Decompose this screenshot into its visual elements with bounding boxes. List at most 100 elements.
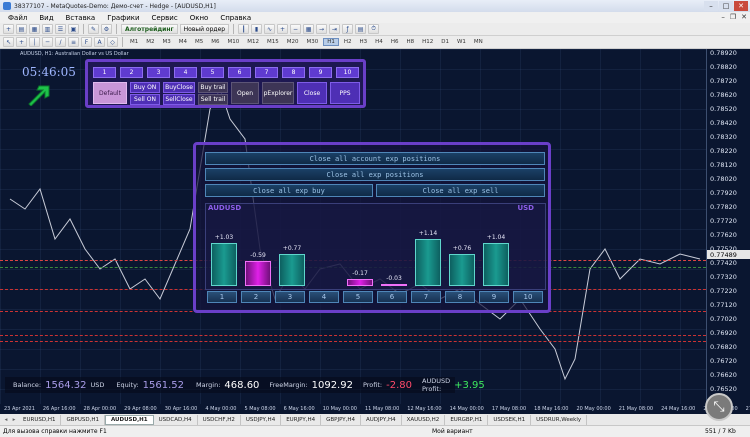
chart-tab[interactable]: USDCAD,H4 (154, 414, 198, 425)
zoom-in-icon[interactable]: + (277, 24, 289, 34)
default-button[interactable]: Default (93, 82, 127, 104)
pps-button[interactable]: PPS (330, 82, 360, 104)
market-watch-icon[interactable]: ▦ (29, 24, 40, 34)
menu-help[interactable]: Справка (214, 14, 257, 22)
chart-tab[interactable]: USDRUR,Weekly (531, 414, 588, 425)
vertical-line-icon[interactable]: │ (29, 37, 40, 47)
channel-icon[interactable]: ≡ (68, 37, 79, 47)
zoom-out-icon[interactable]: − (290, 24, 302, 34)
text-icon[interactable]: A (94, 37, 105, 47)
index-button-7[interactable]: 7 (411, 291, 441, 303)
slot-button-2[interactable]: 2 (120, 67, 143, 78)
menu-tools[interactable]: Сервис (146, 14, 184, 22)
maximize-button[interactable]: □ (719, 1, 733, 11)
slot-button-10[interactable]: 10 (336, 67, 359, 78)
tabs-left-icon[interactable]: ◂ (2, 417, 10, 423)
timeframe-m6[interactable]: M6 (208, 39, 222, 45)
periods-icon[interactable]: ⏱ (368, 24, 380, 34)
mdi-close-icon[interactable]: ✕ (741, 13, 747, 21)
menu-file[interactable]: Файл (2, 14, 33, 22)
index-button-10[interactable]: 10 (513, 291, 543, 303)
timeframe-m20[interactable]: M20 (284, 39, 302, 45)
metaeditor-icon[interactable]: ✎ (88, 24, 99, 34)
index-button-1[interactable]: 1 (207, 291, 237, 303)
menu-view[interactable]: Вид (33, 14, 59, 22)
chart-tab[interactable]: USDJPY,H4 (241, 414, 282, 425)
fibonacci-icon[interactable]: F (81, 37, 92, 47)
index-button-8[interactable]: 8 (445, 291, 475, 303)
slot-button-8[interactable]: 8 (282, 67, 305, 78)
shapes-icon[interactable]: ◇ (107, 37, 118, 47)
algo-trading-button[interactable]: Алготрейдинг (121, 24, 178, 34)
timeframe-d1[interactable]: D1 (438, 39, 452, 45)
timeframe-w1[interactable]: W1 (454, 39, 469, 45)
timeframe-m4[interactable]: M4 (176, 39, 190, 45)
pexplorer-button[interactable]: pExplorer (262, 82, 294, 104)
data-window-icon[interactable]: ▥ (42, 24, 53, 34)
timeframe-h2[interactable]: H2 (341, 39, 355, 45)
index-button-3[interactable]: 3 (275, 291, 305, 303)
index-button-9[interactable]: 9 (479, 291, 509, 303)
profiles-icon[interactable]: ▤ (16, 24, 27, 34)
slot-button-9[interactable]: 9 (309, 67, 332, 78)
timeframe-h8[interactable]: H8 (403, 39, 417, 45)
timeframe-h12[interactable]: H12 (419, 39, 436, 45)
bar-chart-icon[interactable]: ┃ (238, 24, 250, 34)
crosshair-icon[interactable]: + (16, 37, 27, 47)
timeframe-m15[interactable]: M15 (264, 39, 282, 45)
chart-tab[interactable]: EURUSD,H1 (18, 414, 62, 425)
minimize-button[interactable]: – (704, 1, 718, 11)
timeframe-m1[interactable]: M1 (127, 39, 141, 45)
chart-tab[interactable]: EURJPY,H4 (281, 414, 322, 425)
chart-tab[interactable]: USDCHF,H2 (198, 414, 241, 425)
chart-tab[interactable]: AUDJPY,H4 (361, 414, 402, 425)
slot-button-6[interactable]: 6 (228, 67, 251, 78)
close-all-exp-button[interactable]: Close all exp positions (205, 168, 545, 181)
new-order-button[interactable]: Новый ордер (179, 24, 230, 34)
close-all-sell-button[interactable]: Close all exp sell (376, 184, 545, 197)
new-chart-icon[interactable]: + (3, 24, 14, 34)
tabs-right-icon[interactable]: ▸ (10, 417, 18, 423)
slot-button-1[interactable]: 1 (93, 67, 116, 78)
mdi-minimize-icon[interactable]: – (721, 13, 725, 21)
index-button-4[interactable]: 4 (309, 291, 339, 303)
chart-tab[interactable]: GBPJPY,H4 (321, 414, 362, 425)
chart-tab[interactable]: XAUUSD,H2 (402, 414, 446, 425)
index-button-6[interactable]: 6 (377, 291, 407, 303)
buy-close-button[interactable]: BuyClose (163, 82, 195, 93)
menu-window[interactable]: Окно (184, 14, 215, 22)
timeframe-h1[interactable]: H1 (323, 38, 339, 46)
timeframe-mn[interactable]: MN (471, 39, 486, 45)
timeframe-m12[interactable]: M12 (244, 39, 262, 45)
chart-shift-icon[interactable]: ⇥ (329, 24, 341, 34)
menu-insert[interactable]: Вставка (60, 14, 102, 22)
open-button[interactable]: Open (231, 82, 259, 104)
timeframe-m2[interactable]: M2 (143, 39, 157, 45)
templates-icon[interactable]: ▤ (355, 24, 367, 34)
buy-on-button[interactable]: Buy ON (130, 82, 160, 93)
close-all-account-button[interactable]: Close all account exp positions (205, 152, 545, 165)
timeframe-h4[interactable]: H4 (372, 39, 386, 45)
toolbox-icon[interactable]: ▣ (68, 24, 79, 34)
chart-tab[interactable]: GBPUSD,H1 (61, 414, 105, 425)
navigator-icon[interactable]: ☰ (55, 24, 66, 34)
timeframe-m5[interactable]: M5 (192, 39, 206, 45)
cursor-icon[interactable]: ↖ (3, 37, 14, 47)
index-button-5[interactable]: 5 (343, 291, 373, 303)
indicators-icon[interactable]: ƒ (342, 24, 354, 34)
slot-button-4[interactable]: 4 (174, 67, 197, 78)
sell-on-button[interactable]: Sell ON (130, 94, 160, 105)
close-window-button[interactable]: ✕ (734, 1, 748, 11)
chart-tab[interactable]: AUDUSD,H1 (104, 414, 154, 425)
timeframe-m10[interactable]: M10 (225, 39, 243, 45)
tester-icon[interactable]: ⚙ (101, 24, 112, 34)
slot-button-5[interactable]: 5 (201, 67, 224, 78)
trendline-icon[interactable]: / (55, 37, 66, 47)
slot-button-3[interactable]: 3 (147, 67, 170, 78)
sell-trail-button[interactable]: Sell trail (198, 94, 228, 105)
sell-close-button[interactable]: SellClose (163, 94, 195, 105)
timeframe-m30[interactable]: M30 (304, 39, 322, 45)
autoscroll-icon[interactable]: → (316, 24, 328, 34)
index-button-2[interactable]: 2 (241, 291, 271, 303)
zoom-overlay-icon[interactable]: ⤡ (705, 393, 733, 421)
